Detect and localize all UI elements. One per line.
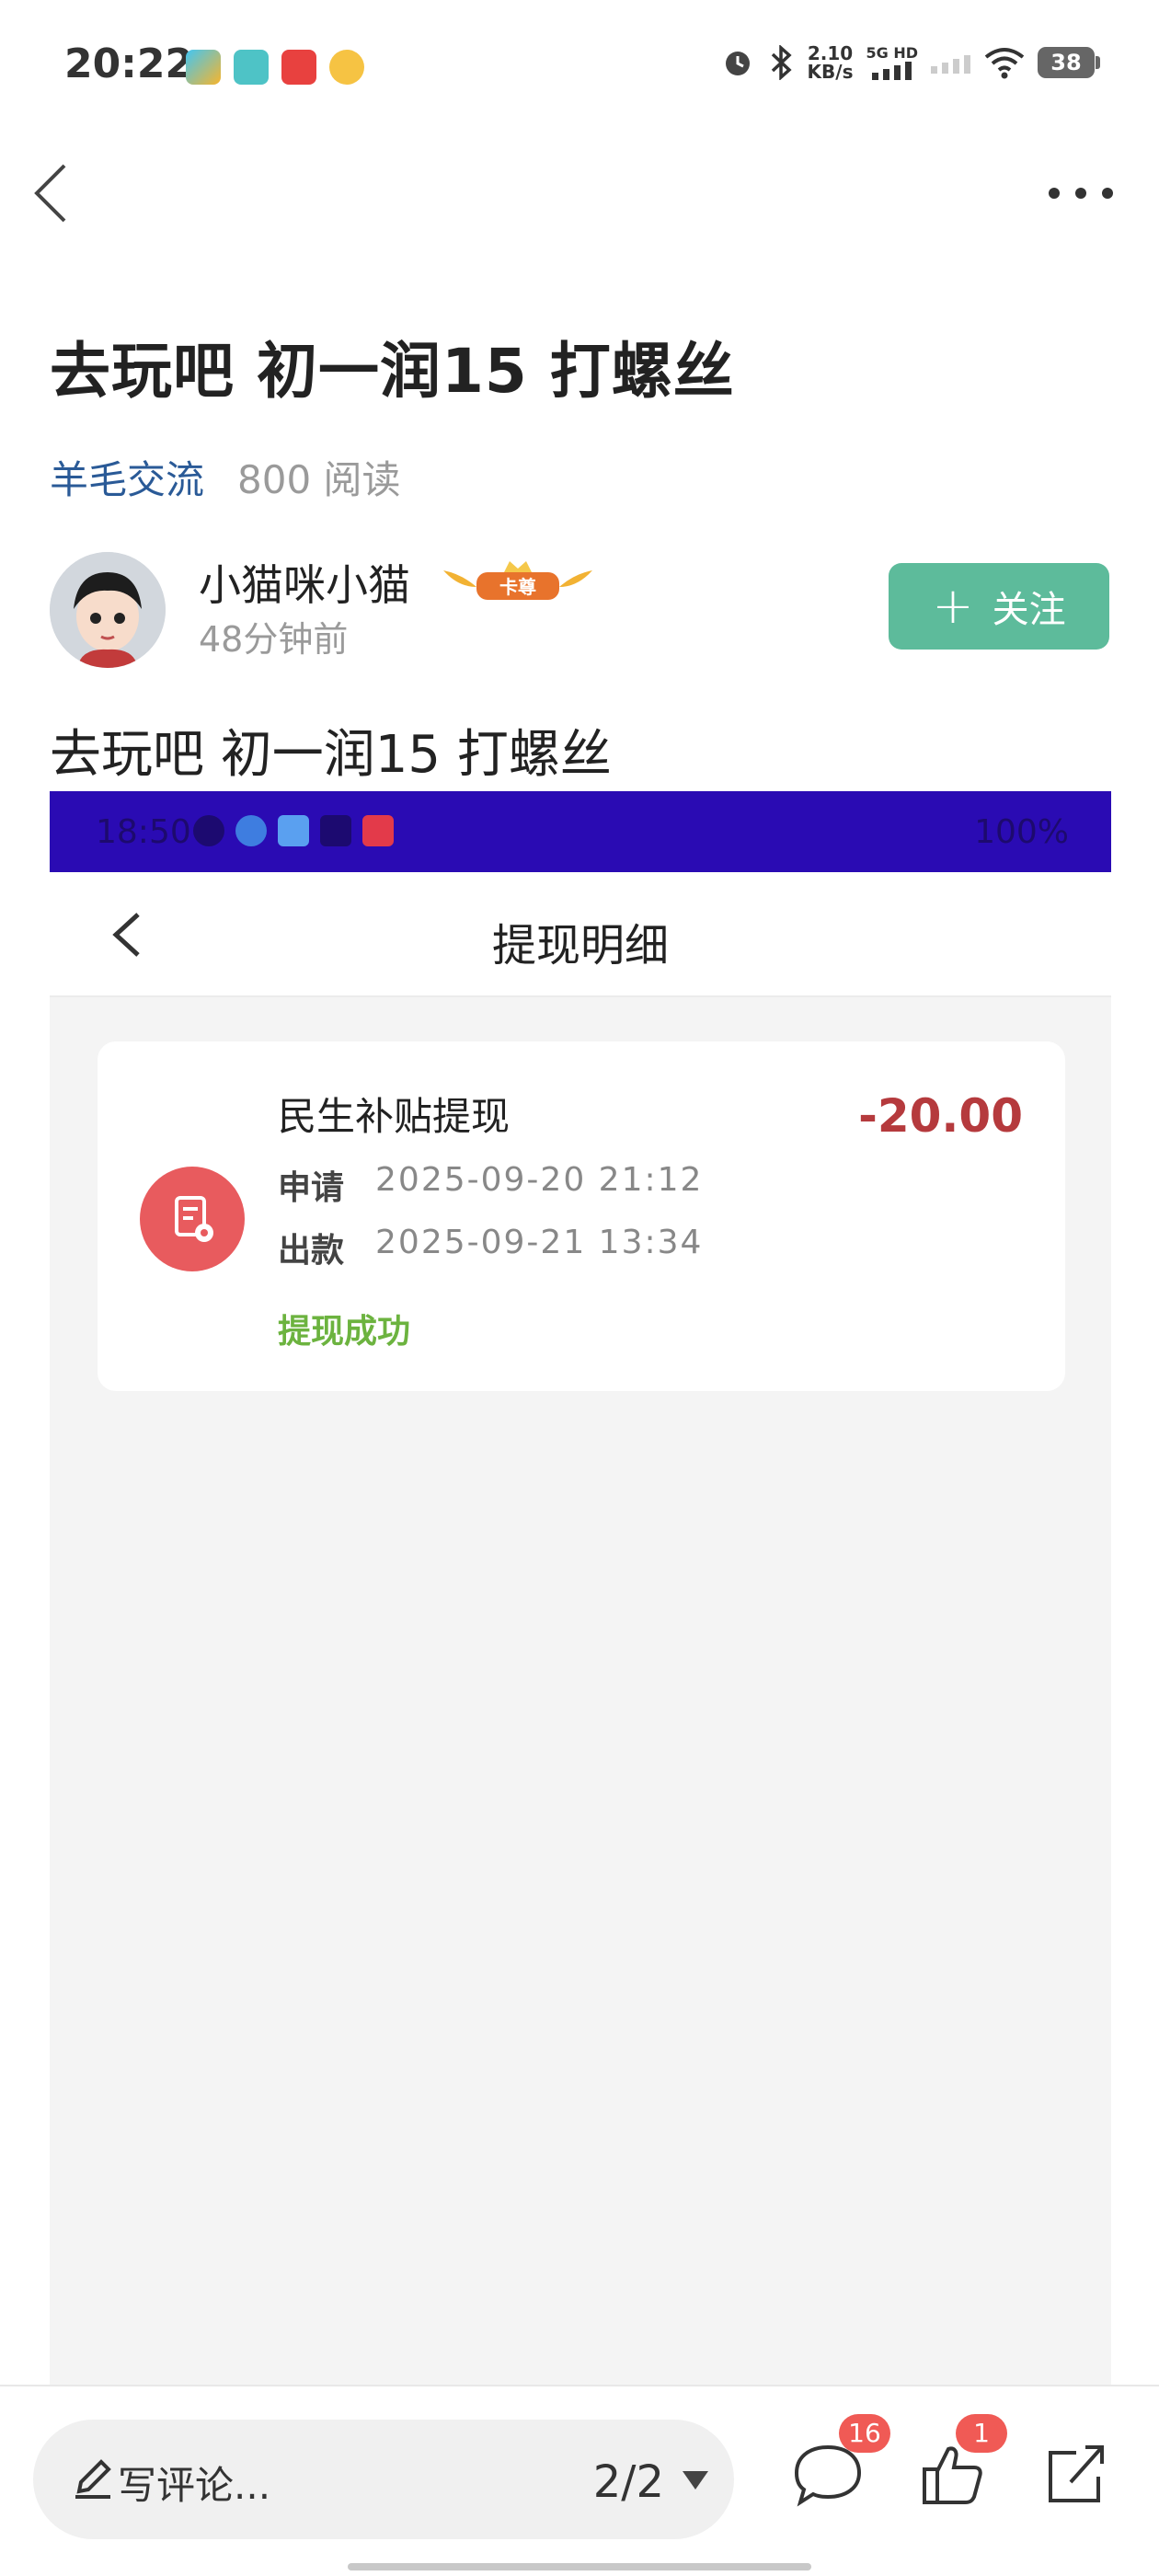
signal-bars-icon	[871, 62, 912, 80]
more-options-button[interactable]	[1049, 175, 1113, 212]
apply-time-row: 申请 2025-09-20 21:12	[278, 1161, 703, 1209]
network-type: 5G HD	[866, 44, 918, 62]
comment-button[interactable]: 16	[791, 2414, 890, 2512]
bottom-action-bar: 写评论... 2/2 16 1	[0, 2385, 1159, 2576]
chevron-left-icon	[34, 164, 66, 223]
caret-down-icon[interactable]	[681, 2469, 710, 2491]
category-link[interactable]: 羊毛交流	[50, 449, 204, 505]
like-count-badge: 1	[956, 2414, 1007, 2453]
alarm-icon	[725, 52, 750, 75]
status-time: 20:22	[64, 40, 194, 87]
network-speed-value: 2.10	[807, 42, 854, 64]
vip-badge-label: 卡尊	[499, 576, 536, 598]
screenshot-status-icons	[193, 815, 394, 846]
apply-time: 2025-09-20 21:12	[375, 1161, 704, 1199]
receipt-icon	[140, 1167, 245, 1271]
screenshot-navbar: 提现明细	[50, 872, 1111, 997]
post-title: 去玩吧 初一润15 打螺丝	[50, 336, 735, 407]
withdrawal-record-card: 民生补贴提现 -20.00 申请 2025-09-20 21:12 出款 202…	[98, 1041, 1065, 1391]
video-app-icon	[186, 50, 221, 85]
battery-indicator: 38	[1038, 47, 1100, 78]
payout-time: 2025-09-21 13:34	[375, 1224, 704, 1261]
comment-count-badge: 16	[839, 2414, 890, 2453]
back-button[interactable]	[28, 156, 83, 230]
pen-icon	[75, 2459, 111, 2499]
penguin-icon	[193, 815, 224, 846]
weibo-icon	[329, 50, 364, 85]
crown-wings-icon: 卡尊	[443, 561, 592, 600]
shopping-app-icon	[281, 50, 316, 85]
screenshot-status-bar: 18:50 100%	[50, 791, 1111, 872]
post-body: 去玩吧 初一润15 打螺丝	[50, 725, 612, 785]
home-indicator[interactable]	[348, 2563, 811, 2570]
wechat-icon	[320, 815, 351, 846]
post-time: 48分钟前	[199, 619, 349, 660]
avatar-image	[50, 552, 166, 668]
record-status: 提现成功	[278, 1313, 411, 1351]
record-title: 民生补贴提现	[278, 1094, 511, 1139]
signal-5g: 5G HD	[866, 45, 918, 80]
share-icon	[1049, 2445, 1104, 2502]
status-bar: 20:22 2.10 KB/s 5G HD 38	[0, 0, 1159, 138]
payout-label: 出款	[278, 1232, 345, 1270]
comment-placeholder: 写评论...	[118, 2463, 271, 2508]
embedded-screenshot[interactable]: 18:50 100% 提现明细 民生补贴提现 -20.00 申请 2025-09…	[50, 791, 1111, 2387]
record-amount: -20.00	[858, 1089, 1023, 1143]
wifi-icon	[984, 48, 1025, 79]
plus-icon: +	[932, 577, 974, 635]
screenshot-status-time: 18:50	[96, 813, 191, 851]
vip-badge: 卡尊	[440, 556, 596, 604]
more-dot	[1049, 188, 1060, 199]
status-indicators: 2.10 KB/s 5G HD 38	[721, 44, 1100, 81]
reader-app-icon	[234, 50, 269, 85]
bluetooth-icon	[771, 45, 792, 80]
more-dot	[1102, 188, 1113, 199]
read-count: 800 阅读	[237, 457, 401, 502]
share-button[interactable]	[1038, 2438, 1111, 2512]
receipt-glyph	[175, 1196, 213, 1242]
status-app-icons	[186, 50, 364, 85]
screenshot-page-title: 提现明细	[491, 920, 669, 972]
qq-icon	[278, 815, 309, 846]
payout-time-row: 出款 2025-09-21 13:34	[278, 1224, 703, 1271]
more-dot	[1075, 188, 1086, 199]
network-speed-unit: KB/s	[807, 61, 854, 83]
author-row: 小猫咪小猫 卡尊 48分钟前 + 关注	[50, 552, 1109, 672]
like-button[interactable]: 1	[915, 2414, 1007, 2512]
follow-label: 关注	[992, 589, 1066, 631]
avatar[interactable]	[50, 552, 166, 668]
network-speed: 2.10 KB/s	[808, 44, 854, 81]
post-meta: 羊毛交流 800 阅读	[50, 449, 401, 505]
signal-bars-inactive-icon	[931, 55, 970, 74]
page-indicator[interactable]: 2/2	[593, 2456, 664, 2508]
shop-icon	[362, 815, 394, 846]
browser-icon	[235, 815, 267, 846]
author-name[interactable]: 小猫咪小猫	[199, 552, 410, 613]
follow-button[interactable]: + 关注	[889, 563, 1109, 650]
screenshot-battery: 100%	[974, 813, 1069, 851]
comment-input[interactable]: 写评论... 2/2	[33, 2420, 734, 2539]
apply-label: 申请	[278, 1169, 345, 1207]
